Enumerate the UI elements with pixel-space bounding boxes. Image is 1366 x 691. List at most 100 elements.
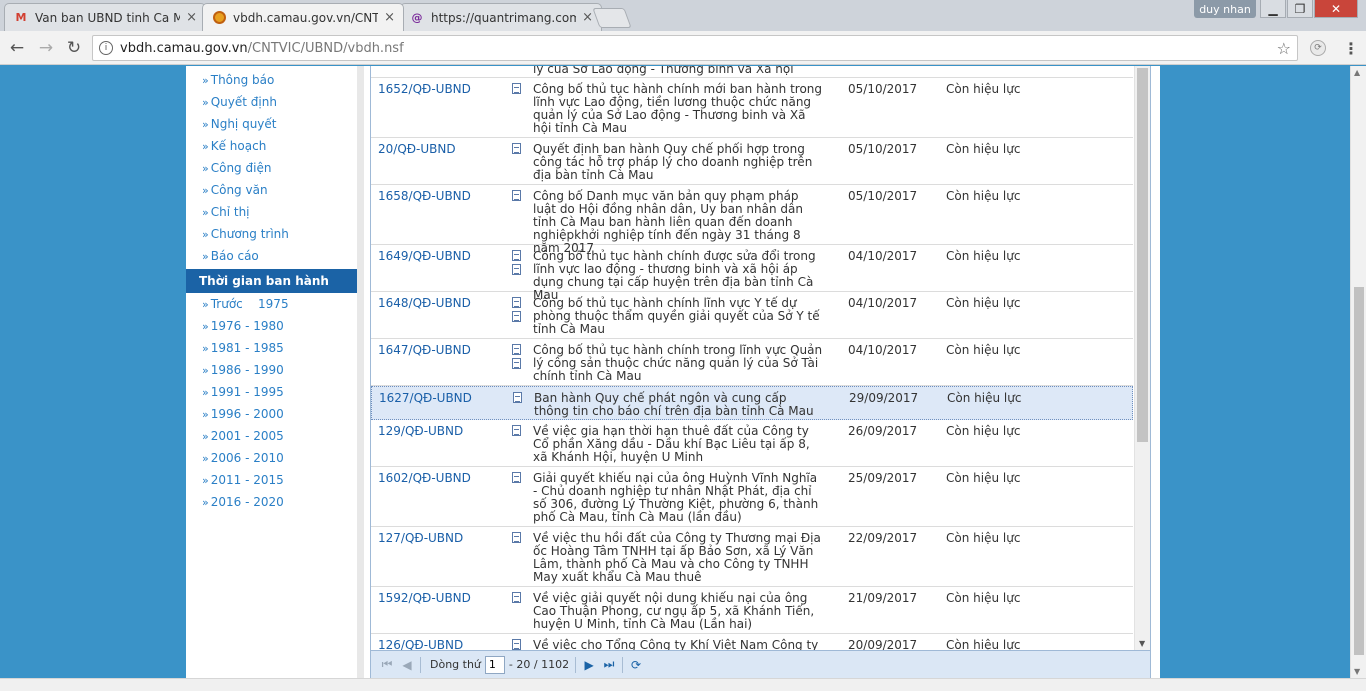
sidebar-item-period[interactable]: » 1976 - 1980 [202, 319, 284, 333]
document-icon[interactable] [512, 532, 522, 544]
document-icon[interactable] [512, 425, 522, 437]
refresh-icon[interactable]: ⟳ [626, 658, 646, 672]
table-row[interactable]: 1649/QĐ-UBND Công bố thủ tục hành chính … [371, 245, 1133, 302]
table-row[interactable]: 1647/QĐ-UBND Công bố thủ tục hành chính … [371, 339, 1133, 386]
document-status: Còn hiệu lực [946, 249, 1021, 263]
first-page-icon[interactable]: ⏮ [377, 657, 397, 672]
list-scrollbar[interactable]: ▼ [1134, 66, 1150, 650]
document-number-link[interactable]: 1658/QĐ-UBND [378, 190, 471, 203]
document-number-link[interactable]: 1649/QĐ-UBND [378, 250, 471, 263]
close-icon[interactable]: × [384, 10, 395, 25]
extension-icon[interactable]: ⟳ [1310, 40, 1326, 56]
document-number-link[interactable]: 1652/QĐ-UBND [378, 83, 471, 96]
sidebar-item-period[interactable]: » 2016 - 2020 [202, 495, 284, 509]
list-scrollbar-thumb[interactable] [1137, 68, 1148, 442]
document-icon[interactable] [512, 83, 522, 95]
document-icon[interactable] [512, 472, 522, 484]
document-attachment-icon[interactable] [512, 264, 522, 276]
prev-page-icon[interactable]: ◀ [397, 658, 417, 672]
column-gap [357, 66, 364, 678]
page-scrollbar[interactable]: ▲ ▼ [1350, 66, 1366, 678]
scroll-up-arrow-icon[interactable]: ▲ [1354, 68, 1360, 77]
document-number-link[interactable]: 20/QĐ-UBND [378, 143, 456, 156]
document-icon[interactable] [512, 190, 522, 202]
document-status: Còn hiệu lực [946, 82, 1021, 96]
profile-button[interactable]: duy nhan [1194, 0, 1256, 18]
address-bar[interactable]: i vbdh.camau.gov.vn/CNTVIC/UBND/vbdh.nsf… [92, 35, 1298, 61]
table-row[interactable]: 127/QĐ-UBND Về việc thu hồi đất của Công… [371, 527, 1133, 587]
document-number-link[interactable]: 126/QĐ-UBND [378, 639, 463, 651]
url-host: vbdh.camau.gov.vn [120, 40, 248, 56]
scroll-down-arrow-icon[interactable]: ▼ [1139, 639, 1145, 648]
forward-arrow-icon[interactable]: → [35, 37, 57, 59]
document-number-link[interactable]: 127/QĐ-UBND [378, 532, 463, 545]
window-close-icon[interactable]: ✕ [1314, 0, 1358, 18]
document-icon[interactable] [512, 344, 522, 356]
document-subject: Về việc cho Tổng Công ty Khí Việt Nam Cô… [533, 638, 819, 651]
tab-quantrimang[interactable]: @ https://quantrimang.com × [400, 3, 602, 31]
pager-separator [622, 656, 624, 673]
sidebar-item-ke-hoach[interactable]: » Kế hoạch [202, 139, 266, 153]
sidebar-item-chuong-trinh[interactable]: » Chương trình [202, 227, 289, 241]
bookmark-star-icon[interactable]: ☆ [1277, 39, 1291, 58]
sidebar-item-period[interactable]: » 2001 - 2005 [202, 429, 284, 443]
back-arrow-icon[interactable]: ← [6, 37, 28, 59]
last-page-icon[interactable]: ⏭ [599, 657, 619, 672]
sidebar-item-thong-bao[interactable]: » Thông báo [202, 73, 274, 87]
page-scrollbar-thumb[interactable] [1354, 287, 1364, 655]
maximize-icon[interactable]: ❐ [1287, 0, 1313, 18]
sidebar-item-quyet-dinh[interactable]: » Quyết định [202, 95, 277, 109]
info-icon[interactable]: i [99, 41, 113, 55]
document-date: 05/10/2017 [848, 189, 918, 203]
next-page-icon[interactable]: ▶ [579, 658, 599, 672]
table-row[interactable]: 20/QĐ-UBND Quyết định ban hành Quy chế p… [371, 138, 1133, 185]
scroll-down-arrow-icon[interactable]: ▼ [1354, 667, 1360, 676]
sidebar-item-period[interactable]: » 2011 - 2015 [202, 473, 284, 487]
sidebar-item-period[interactable]: » 1981 - 1985 [202, 341, 284, 355]
reload-icon[interactable]: ↻ [63, 37, 85, 59]
table-row-selected[interactable]: 1627/QĐ-UBND Ban hành Quy chế phát ngôn … [371, 386, 1133, 420]
document-attachment-icon[interactable] [512, 358, 522, 370]
document-view: lý của Sở Lao động - Thương binh và Xã h… [370, 66, 1151, 678]
close-icon[interactable]: × [186, 10, 197, 25]
document-number-link[interactable]: 1602/QĐ-UBND [378, 472, 471, 485]
document-attachment-icon[interactable] [512, 311, 522, 323]
minimize-icon[interactable]: ▁ [1260, 0, 1286, 18]
table-row[interactable]: lý của Sở Lao động - Thương binh và Xã h… [371, 66, 1133, 78]
sidebar-item-period[interactable]: » 1996 - 2000 [202, 407, 284, 421]
table-row[interactable]: 1652/QĐ-UBND Công bố thủ tục hành chính … [371, 78, 1133, 138]
document-number-link[interactable]: 129/QĐ-UBND [378, 425, 463, 438]
sidebar-item-period[interactable]: » Trước 1975 [202, 297, 289, 311]
tab-vbdh[interactable]: vbdh.camau.gov.vn/CNTV × [202, 3, 404, 31]
document-number-link[interactable]: 1647/QĐ-UBND [378, 344, 471, 357]
sidebar-item-nghi-quyet[interactable]: » Nghị quyết [202, 117, 277, 131]
sidebar-item-period[interactable]: » 1986 - 1990 [202, 363, 284, 377]
table-row[interactable]: 1592/QĐ-UBND Về việc giải quyết nội dung… [371, 587, 1133, 634]
close-icon[interactable]: × [582, 10, 593, 25]
document-icon[interactable] [512, 639, 522, 650]
sidebar-item-period[interactable]: » 2006 - 2010 [202, 451, 284, 465]
table-row[interactable]: 1602/QĐ-UBND Giải quyết khiếu nại của ôn… [371, 467, 1133, 527]
document-icon[interactable] [512, 592, 522, 604]
table-row[interactable]: 1648/QĐ-UBND Công bố thủ tục hành chính … [371, 292, 1133, 339]
document-number-link[interactable]: 1648/QĐ-UBND [378, 297, 471, 310]
sidebar-item-period[interactable]: » 1991 - 1995 [202, 385, 284, 399]
document-icon[interactable] [512, 297, 522, 309]
table-row[interactable]: 1658/QĐ-UBND Công bố Danh mục văn bản qu… [371, 185, 1133, 255]
sidebar-item-bao-cao[interactable]: » Báo cáo [202, 249, 259, 263]
table-row[interactable]: 129/QĐ-UBND Về việc gia hạn thời hạn thu… [371, 420, 1133, 467]
tab-gmail[interactable]: M Van ban UBND tinh Ca M × [4, 3, 206, 31]
document-icon[interactable] [512, 143, 522, 155]
document-status: Còn hiệu lực [946, 424, 1021, 438]
menu-kebab-icon[interactable]: ⋮ [1342, 38, 1360, 58]
page-number-input[interactable] [484, 655, 505, 674]
table-row[interactable]: 126/QĐ-UBND Về việc cho Tổng Công ty Khí… [371, 634, 1133, 650]
sidebar-item-chi-thi[interactable]: » Chỉ thị [202, 205, 250, 219]
document-icon[interactable] [513, 392, 523, 404]
document-number-link[interactable]: 1592/QĐ-UBND [378, 592, 471, 605]
sidebar-item-cong-dien[interactable]: » Công điện [202, 161, 271, 175]
document-number-link[interactable]: 1627/QĐ-UBND [379, 392, 472, 405]
new-tab-button[interactable] [592, 8, 632, 28]
sidebar-item-cong-van[interactable]: » Công văn [202, 183, 268, 197]
document-icon[interactable] [512, 250, 522, 262]
